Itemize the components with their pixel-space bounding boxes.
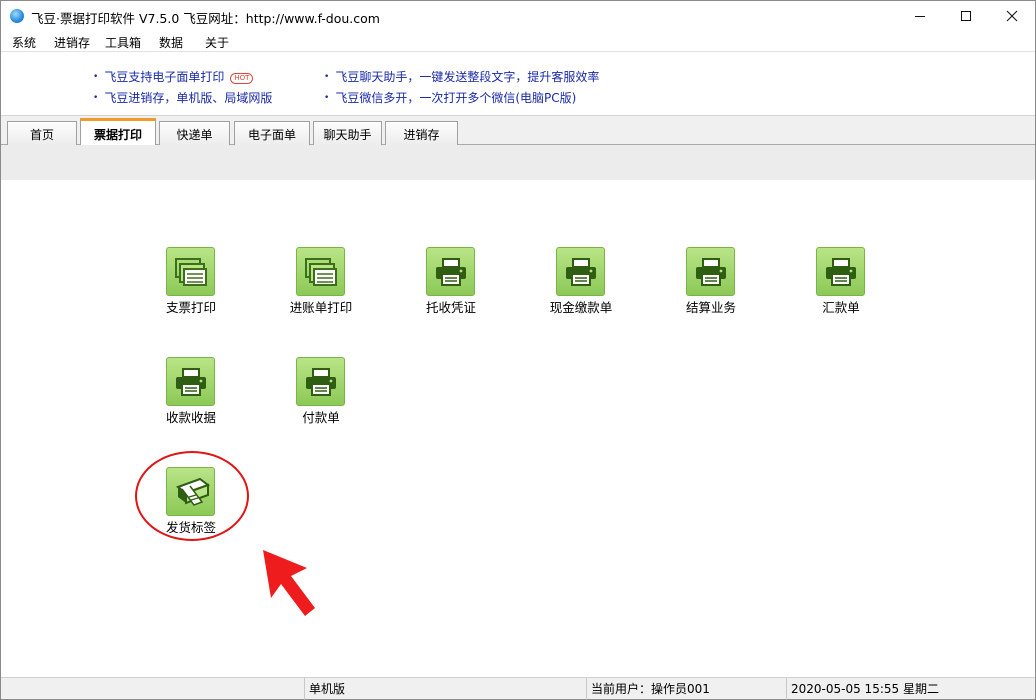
title-bar: 飞豆·票据打印软件 V7.5.0 飞豆网址：http://www.f-dou.c… [1,1,1035,31]
menu-item-data[interactable]: 数据 [159,34,183,51]
tab-inventory[interactable]: 进销存 [385,121,458,146]
promo-link-wechat-multi[interactable]: • 飞豆微信多开，一次打开多个微信(电脑PC版) [324,89,576,106]
promo-link-chat-helper[interactable]: • 飞豆聊天助手，一键发送整段文字，提升客服效率 [324,68,599,85]
bullet-icon: • [93,72,99,82]
bullet-icon: • [324,72,330,82]
minimize-icon [915,15,925,17]
promo-link-inventory[interactable]: • 飞豆进销存，单机版、局域网版 [93,89,272,106]
promo-text: 飞豆进销存，单机版、局域网版 [104,91,273,105]
maximize-button[interactable] [943,1,989,31]
tile-collection-voucher[interactable]: 托收凭证 [401,247,501,327]
tile-deposit-slip-print[interactable]: 进账单打印 [271,247,371,327]
close-icon [1006,10,1018,22]
menu-item-toolbox[interactable]: 工具箱 [105,34,141,51]
tile-payment[interactable]: 付款单 [271,357,371,437]
tile-panel: 支票打印 进账单打印 托收凭证 现金缴款单 结算业务 汇款单 收款收据 付款单 … [1,180,1035,676]
tile-label: 现金缴款单 [549,300,613,315]
tab-e-waybill[interactable]: 电子面单 [234,121,310,146]
app-window: 飞豆·票据打印软件 V7.5.0 飞豆网址：http://www.f-dou.c… [0,0,1036,700]
promo-text: 飞豆支持电子面单打印 [104,70,225,84]
documents-icon [166,247,215,296]
close-button[interactable] [989,1,1035,31]
menu-item-about[interactable]: 关于 [205,34,229,51]
tab-chat-helper[interactable]: 聊天助手 [313,121,382,146]
tab-bill-print[interactable]: 票据打印 [80,118,156,147]
tile-remittance[interactable]: 汇款单 [791,247,891,327]
bullet-icon: • [93,93,99,103]
tile-label: 收款收据 [165,410,216,425]
printer-icon [166,357,215,406]
minimize-button[interactable] [897,1,943,31]
printer-icon [816,247,865,296]
app-logo-icon [10,9,24,23]
documents-icon [296,247,345,296]
toolbar-strip [1,145,1035,180]
tile-label: 托收凭证 [425,300,476,315]
tab-strip: 首页 票据打印 快递单 电子面单 聊天助手 进销存 [1,115,1035,147]
promo-text: 飞豆聊天助手，一键发送整段文字，提升客服效率 [335,70,600,84]
printer-icon [296,357,345,406]
promo-link-eorder[interactable]: • 飞豆支持电子面单打印 HOT [93,68,254,85]
tile-check-print[interactable]: 支票打印 [141,247,241,327]
status-datetime: 2020-05-05 15:55 星期二 [786,678,1035,700]
status-bar: 单机版 当前用户：操作员001 2020-05-05 15:55 星期二 [1,677,1035,700]
printer-icon [556,247,605,296]
tab-express[interactable]: 快递单 [159,121,230,146]
promo-area: • 飞豆支持电子面单打印 HOT • 飞豆聊天助手，一键发送整段文字，提升客服效率 •… [1,51,1035,115]
tile-label: 进账单打印 [289,300,353,315]
bullet-icon: • [324,93,330,103]
pointer-arrow-icon [263,550,315,616]
tile-receipt[interactable]: 收款收据 [141,357,241,437]
menu-item-system[interactable]: 系统 [12,34,36,51]
menu-item-inventory[interactable]: 进销存 [54,34,90,51]
window-title: 飞豆·票据打印软件 V7.5.0 飞豆网址：http://www.f-dou.c… [31,11,380,26]
promo-text: 飞豆微信多开，一次打开多个微信(电脑PC版) [335,91,577,105]
tile-label: 付款单 [302,410,340,425]
highlight-circle [135,451,249,541]
tab-home[interactable]: 首页 [7,121,77,146]
status-edition: 单机版 [304,678,586,700]
tile-label: 支票打印 [165,300,216,315]
maximize-icon [961,11,971,21]
printer-icon [686,247,735,296]
printer-icon [426,247,475,296]
hot-badge: HOT [230,73,254,84]
tile-label: 结算业务 [685,300,736,315]
tile-label: 汇款单 [822,300,860,315]
menu-bar: 系统 进销存 工具箱 数据 关于 [1,31,1035,51]
status-user: 当前用户：操作员001 [586,678,786,700]
tile-settlement[interactable]: 结算业务 [661,247,761,327]
tile-cash-deposit[interactable]: 现金缴款单 [531,247,631,327]
